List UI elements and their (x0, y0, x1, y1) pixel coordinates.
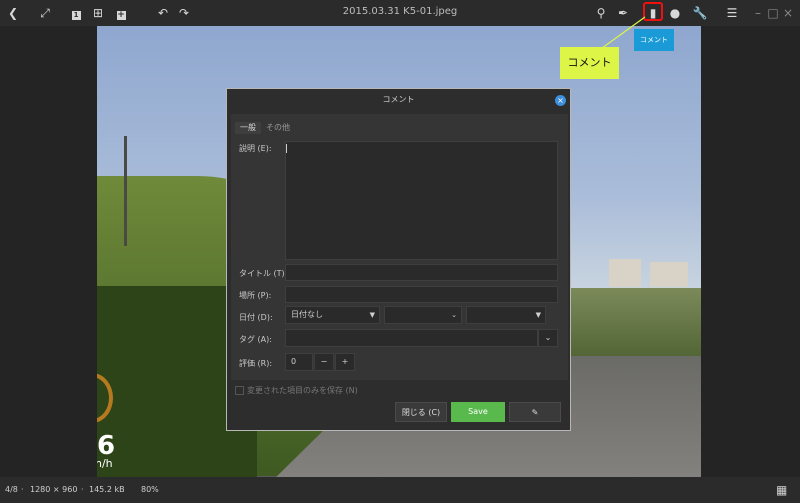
tags-field[interactable] (285, 329, 538, 347)
title-field[interactable] (285, 264, 558, 281)
pin-icon: ✎ (531, 408, 539, 417)
description-label: 説明 (E): (239, 144, 272, 153)
utility-pole (124, 136, 127, 246)
checkbox-icon (235, 386, 244, 395)
image-position: 4/8 (5, 485, 18, 494)
rating-plus-button[interactable]: + (335, 353, 355, 371)
close-icon[interactable]: × (778, 3, 798, 23)
chevron-down-icon: ⌄ (544, 333, 552, 342)
comment-callout: コメント (560, 47, 619, 79)
tab-other[interactable]: その他 (261, 122, 295, 134)
date-field-2[interactable]: ⌄ (384, 306, 462, 324)
title-label: タイトル (T): (239, 269, 288, 278)
close-button[interactable]: 閉じる (C) (395, 402, 447, 422)
menu-icon[interactable]: ☰ (722, 3, 742, 23)
rating-minus-button[interactable]: − (314, 353, 334, 371)
zoom-level[interactable]: 80% (141, 477, 159, 503)
dialog-title: コメント (382, 95, 415, 104)
chevron-down-icon: ▼ (369, 311, 375, 319)
date-select[interactable]: 日付なし ▼ (285, 306, 380, 324)
status-bar: 4/8 · 1280 × 960 · 145.2 kB 80% ▦ (0, 477, 800, 503)
image-size: 145.2 kB (89, 485, 125, 494)
comment-dialog: コメント × 一般 その他 説明 (E): タイトル (T): 場所 (P): 日… (226, 88, 571, 431)
image-resolution: 1280 × 960 (30, 485, 78, 494)
date-label: 日付 (D): (239, 313, 273, 322)
pin-button[interactable]: ✎ (509, 402, 561, 422)
description-field[interactable] (285, 141, 558, 260)
place-label: 場所 (P): (239, 291, 272, 300)
save-button[interactable]: Save (451, 402, 505, 422)
date-field-3[interactable]: ▼ (466, 306, 546, 324)
rating-label: 評価 (R): (239, 359, 273, 368)
tags-dropdown[interactable]: ⌄ (538, 329, 558, 347)
dialog-tabs: 一般 その他 (235, 122, 295, 134)
chevron-down-icon: ▼ (535, 311, 541, 319)
tags-label: タグ (A): (239, 335, 272, 344)
chevron-down-icon: ⌄ (451, 311, 457, 319)
place-field[interactable] (285, 286, 558, 303)
grid-icon[interactable]: ▦ (776, 477, 787, 503)
speed-readout: 6 n/h (97, 431, 116, 470)
rating-value[interactable]: 0 (285, 353, 313, 371)
tools-icon[interactable]: 🔧 (690, 3, 710, 23)
dialog-close-icon[interactable]: × (555, 95, 566, 106)
tags-icon[interactable]: ● (665, 3, 685, 23)
toolbar: ❮ ⤢ 1 ⊞ + ↶ ↷ 2015.03.31 K5-01.jpeg ⚲ ✒ … (0, 0, 800, 26)
save-changed-only-checkbox[interactable]: 変更された項目のみを保存 (N) (235, 385, 358, 396)
tab-general[interactable]: 一般 (235, 122, 261, 134)
